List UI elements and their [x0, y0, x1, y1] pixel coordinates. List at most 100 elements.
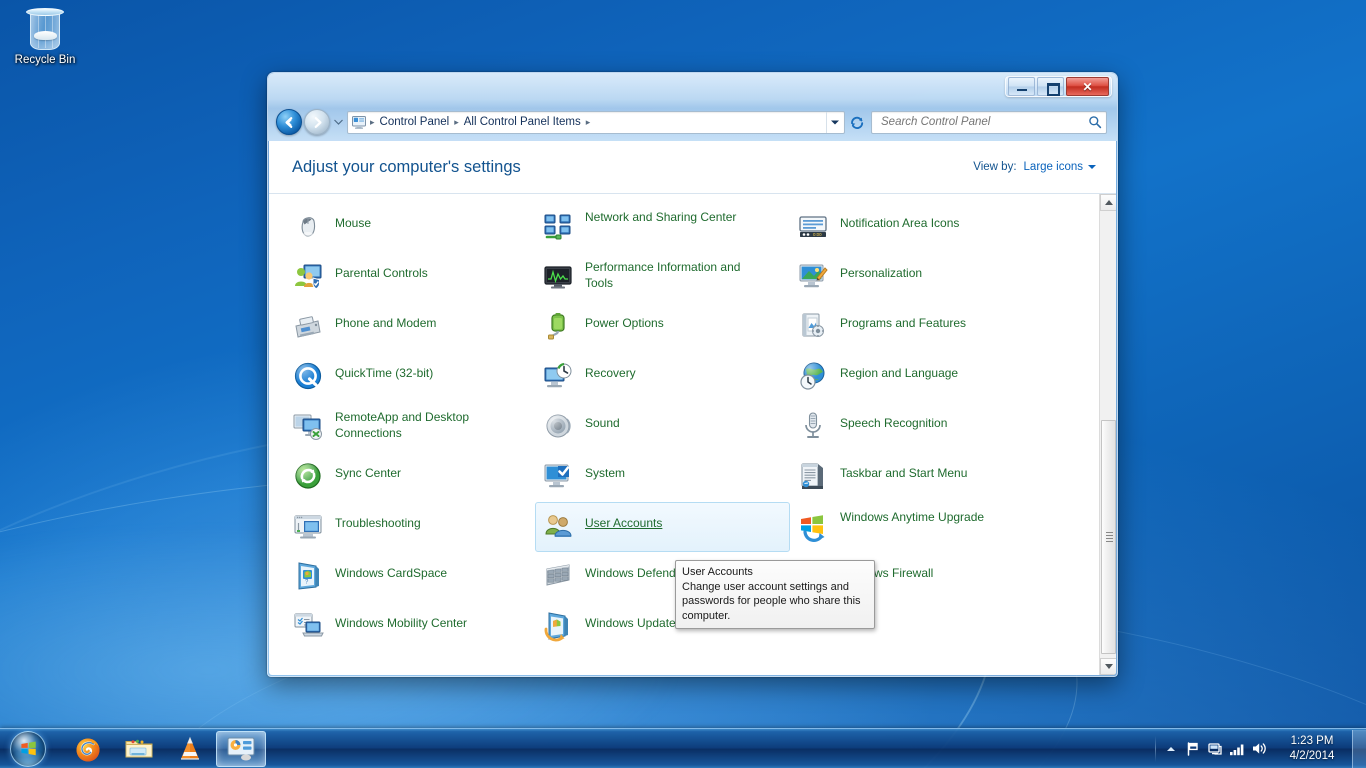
taskbar-button-firefox[interactable]: [63, 731, 113, 767]
control-panel-item-label: Mouse: [335, 216, 372, 230]
recent-pages-button[interactable]: [333, 112, 344, 132]
control-panel-item-sync-center[interactable]: Sync Center: [285, 452, 535, 502]
control-panel-item-label: Performance Information and Tools: [585, 260, 741, 290]
content-header: Adjust your computer's settings View by:…: [269, 141, 1116, 193]
breadcrumb-control-panel[interactable]: Control Panel: [376, 115, 454, 129]
view-by-label: View by:: [973, 161, 1017, 173]
windows-anytime-upgrade-icon: [797, 510, 829, 542]
network-icon[interactable]: [1204, 734, 1226, 764]
vertical-scrollbar[interactable]: [1099, 194, 1116, 675]
close-button[interactable]: ✕: [1066, 77, 1109, 96]
control-panel-item-label: Phone and Modem: [335, 316, 437, 330]
network-icon: [1208, 742, 1222, 755]
signal-bars-icon: [1229, 744, 1243, 755]
control-panel-item-parental-controls[interactable]: Parental Controls: [285, 252, 535, 302]
control-panel-item-network-and-sharing-center[interactable]: Network and Sharing Center: [535, 202, 790, 252]
user-accounts-icon: [542, 510, 574, 542]
flag-icon: [1187, 741, 1198, 756]
troubleshooting-icon: [292, 510, 324, 542]
control-panel-item-sensors[interactable]: Sensors: [790, 194, 1055, 202]
refresh-button[interactable]: [846, 111, 868, 134]
remoteapp-icon: [292, 410, 324, 442]
view-by-control: View by: Large icons: [973, 161, 1096, 173]
control-panel-item-performance-information-and-tools[interactable]: Performance Information and Tools: [535, 252, 790, 302]
window-titlebar[interactable]: ✕: [268, 73, 1117, 103]
desktop-icon-recycle-bin[interactable]: Recycle Bin: [6, 6, 84, 78]
control-panel-item-recovery[interactable]: Recovery: [535, 352, 790, 402]
volume-icon[interactable]: [1248, 734, 1270, 764]
windows-cardspace-icon: ?: [292, 560, 324, 592]
system-tray: 1:23 PM 4/2/2014: [1155, 729, 1366, 768]
control-panel-item-label: Troubleshooting: [335, 516, 421, 530]
network-sharing-icon: [542, 210, 574, 242]
control-panel-item-remoteapp-and-desktop-connections[interactable]: RemoteApp and Desktop Connections: [285, 402, 535, 452]
signal-bars-icon[interactable]: [1226, 734, 1248, 764]
control-panel-item-power-options[interactable]: Power Options: [535, 302, 790, 352]
address-history-dropdown[interactable]: [826, 111, 842, 133]
minimize-button[interactable]: [1008, 77, 1035, 96]
search-icon[interactable]: [1088, 115, 1102, 129]
control-panel-item-mouse[interactable]: Mouse: [285, 202, 535, 252]
control-panel-item-label: Parental Controls: [335, 266, 428, 280]
grip-icon: [1106, 532, 1113, 542]
start-button[interactable]: [1, 730, 55, 768]
control-panel-item-notification-area-icons[interactable]: 0:00 Notification Area Icons: [790, 202, 1055, 252]
control-panel-item-label: Programs and Features: [840, 316, 967, 330]
control-panel-item-label: RemoteApp and Desktop Connections: [335, 410, 470, 440]
control-panel-item-speech-recognition[interactable]: Speech Recognition: [790, 402, 1055, 452]
control-panel-item-troubleshooting[interactable]: Troubleshooting: [285, 502, 535, 552]
sync-center-icon: [292, 460, 324, 492]
control-panel-item-taskbar-and-start-menu[interactable]: Taskbar and Start Menu: [790, 452, 1055, 502]
show-hidden-icons-button[interactable]: [1160, 734, 1182, 764]
recycle-bin-icon: [21, 6, 69, 52]
parental-controls-icon: [292, 260, 324, 292]
vlc-cone-icon: [181, 736, 199, 760]
control-panel-item-programs-and-features[interactable]: Programs and Features: [790, 302, 1055, 352]
power-options-icon: [542, 310, 574, 342]
action-center-icon[interactable]: [1182, 734, 1204, 764]
control-panel-item-phone-and-modem[interactable]: Phone and Modem: [285, 302, 535, 352]
desktop[interactable]: Recycle Bin ✕ ▸ Control Panel ▸ All Cont…: [0, 0, 1366, 768]
control-panel-item-label: Network and Sharing Center: [585, 210, 737, 224]
control-panel-item-windows-mobility-center[interactable]: Windows Mobility Center: [285, 602, 535, 652]
control-panel-item-windows-anytime-upgrade[interactable]: Windows Anytime Upgrade: [790, 502, 1055, 552]
taskbar-button-control-panel[interactable]: [216, 730, 266, 767]
scroll-up-button[interactable]: [1100, 194, 1116, 211]
tooltip-title: User Accounts: [682, 566, 753, 578]
control-panel-item-label: System: [585, 466, 626, 480]
control-panel-item-region-and-language[interactable]: Region and Language: [790, 352, 1055, 402]
show-desktop-button[interactable]: [1352, 729, 1366, 768]
scroll-down-button[interactable]: [1100, 658, 1116, 675]
control-panel-item-user-accounts[interactable]: User Accounts: [535, 502, 790, 552]
control-panel-item-label: QuickTime (32-bit): [335, 366, 434, 380]
scroll-up-icon: [1104, 200, 1113, 205]
breadcrumb-separator[interactable]: ▸: [585, 117, 592, 128]
forward-button[interactable]: [304, 109, 330, 135]
clock-date: 4/2/2014: [1289, 749, 1335, 762]
breadcrumb-all-control-panel-items[interactable]: All Control Panel Items: [460, 115, 585, 129]
control-panel-item-sound[interactable]: Sound: [535, 402, 790, 452]
clock[interactable]: 1:23 PM 4/2/2014: [1274, 730, 1350, 768]
taskbar-button-explorer[interactable]: [114, 731, 164, 767]
control-panel-item-personalization[interactable]: Personalization: [790, 252, 1055, 302]
scrollbar-thumb[interactable]: [1101, 420, 1116, 654]
performance-icon: [542, 260, 574, 292]
view-by-value-text: Large icons: [1023, 161, 1083, 173]
control-panel-item-quicktime-32-bit[interactable]: QuickTime (32-bit): [285, 352, 535, 402]
control-panel-item-windows-cardspace[interactable]: ? Windows CardSpace: [285, 552, 535, 602]
search-box[interactable]: [871, 110, 1107, 134]
taskbar-buttons: [63, 730, 266, 767]
programs-features-icon: [797, 310, 829, 342]
search-input[interactable]: [879, 115, 1088, 129]
sound-icon: [542, 410, 574, 442]
scrollbar-track-upper[interactable]: [1100, 211, 1116, 420]
back-button[interactable]: [276, 109, 302, 135]
view-by-dropdown[interactable]: Large icons: [1024, 161, 1096, 173]
chevron-up-icon: [1167, 746, 1175, 751]
control-panel-item-label: Speech Recognition: [840, 416, 948, 430]
address-bar[interactable]: ▸ Control Panel ▸ All Control Panel Item…: [347, 110, 845, 134]
taskbar-button-vlc[interactable]: [165, 731, 215, 767]
taskbar: 1:23 PM 4/2/2014: [0, 728, 1366, 768]
control-panel-item-system[interactable]: System: [535, 452, 790, 502]
maximize-button[interactable]: [1037, 77, 1064, 96]
